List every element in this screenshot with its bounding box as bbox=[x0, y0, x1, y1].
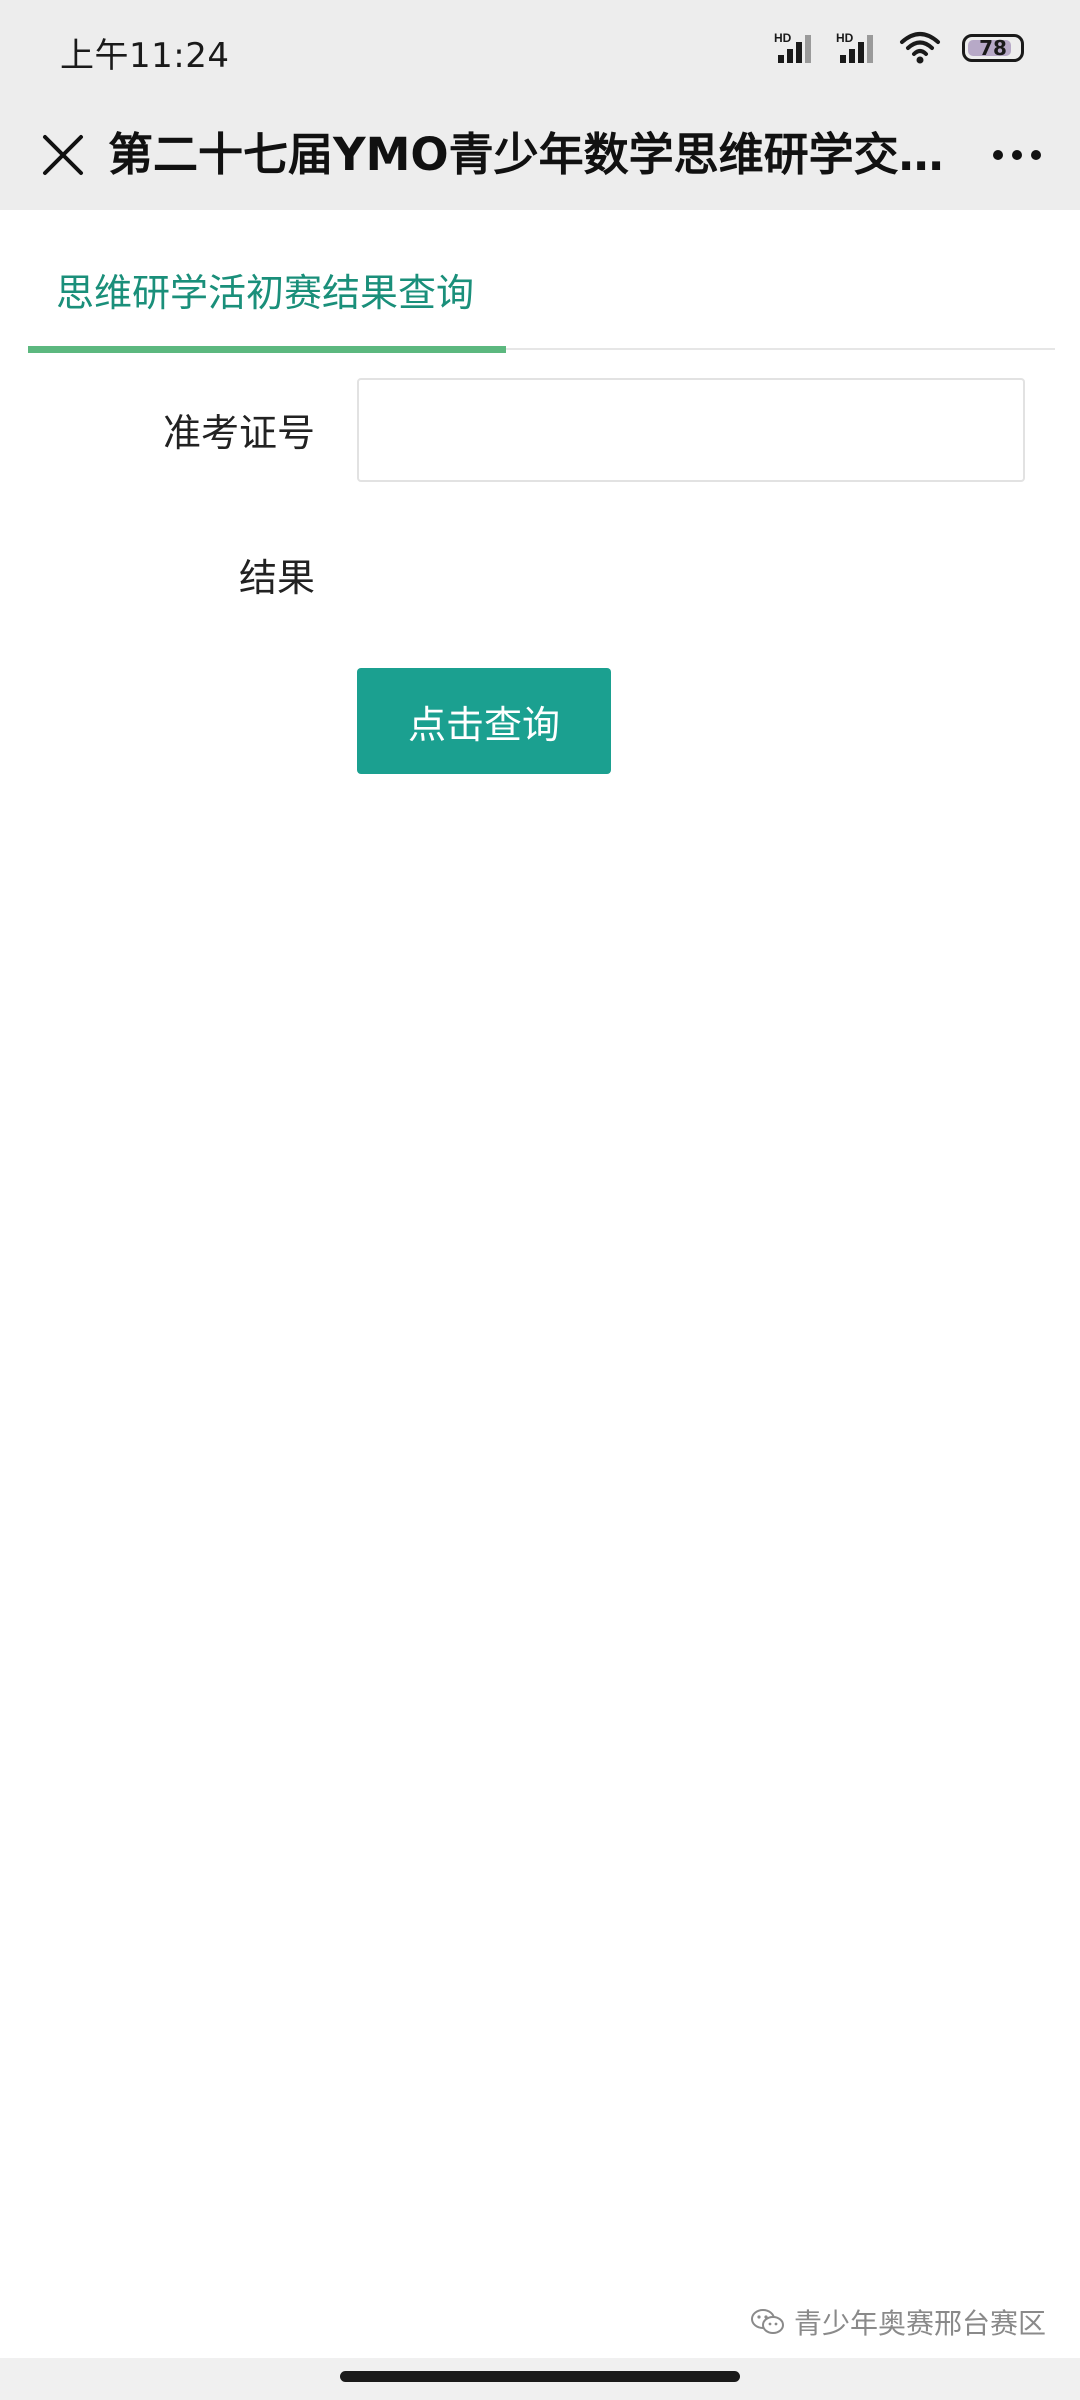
status-icons: HD HD 78 bbox=[774, 30, 1024, 66]
title-bar: 第二十七届YMO青少年数学思维研学交流活动 bbox=[0, 100, 1080, 210]
wechat-icon bbox=[750, 2309, 784, 2334]
tab-result-query[interactable]: 思维研学活初赛结果查询 bbox=[28, 240, 506, 353]
close-icon bbox=[43, 135, 83, 175]
wifi-icon bbox=[900, 32, 940, 64]
result-value bbox=[357, 547, 1025, 597]
more-icon bbox=[993, 150, 1003, 160]
tab-active-indicator bbox=[28, 346, 506, 353]
tab-bar: 思维研学活初赛结果查询 bbox=[28, 240, 1055, 353]
status-time: 上午11:24 bbox=[60, 36, 230, 76]
status-bar: 上午11:24 HD HD 78 bbox=[0, 0, 1080, 100]
svg-text:HD: HD bbox=[774, 31, 792, 45]
page-title: 第二十七届YMO青少年数学思维研学交流活动 bbox=[108, 128, 958, 181]
battery-level: 78 bbox=[979, 36, 1007, 60]
watermark-text: 青少年奥赛邢台赛区 bbox=[793, 2307, 1046, 2340]
tab-label: 思维研学活初赛结果查询 bbox=[56, 271, 475, 315]
query-button[interactable]: 点击查询 bbox=[357, 668, 611, 774]
more-button[interactable] bbox=[984, 127, 1050, 183]
signal-icon: HD bbox=[836, 31, 873, 63]
watermark: 青少年奥赛邢台赛区 bbox=[750, 2302, 1046, 2342]
svg-text:HD: HD bbox=[836, 31, 854, 45]
ticket-number-label: 准考证号 bbox=[162, 411, 315, 455]
result-label: 结果 bbox=[238, 556, 315, 600]
signal-icon: HD bbox=[774, 31, 811, 63]
close-button[interactable] bbox=[30, 122, 96, 188]
battery-icon: 78 bbox=[962, 34, 1024, 62]
ticket-number-input[interactable] bbox=[357, 378, 1025, 482]
home-indicator[interactable] bbox=[340, 2371, 740, 2382]
